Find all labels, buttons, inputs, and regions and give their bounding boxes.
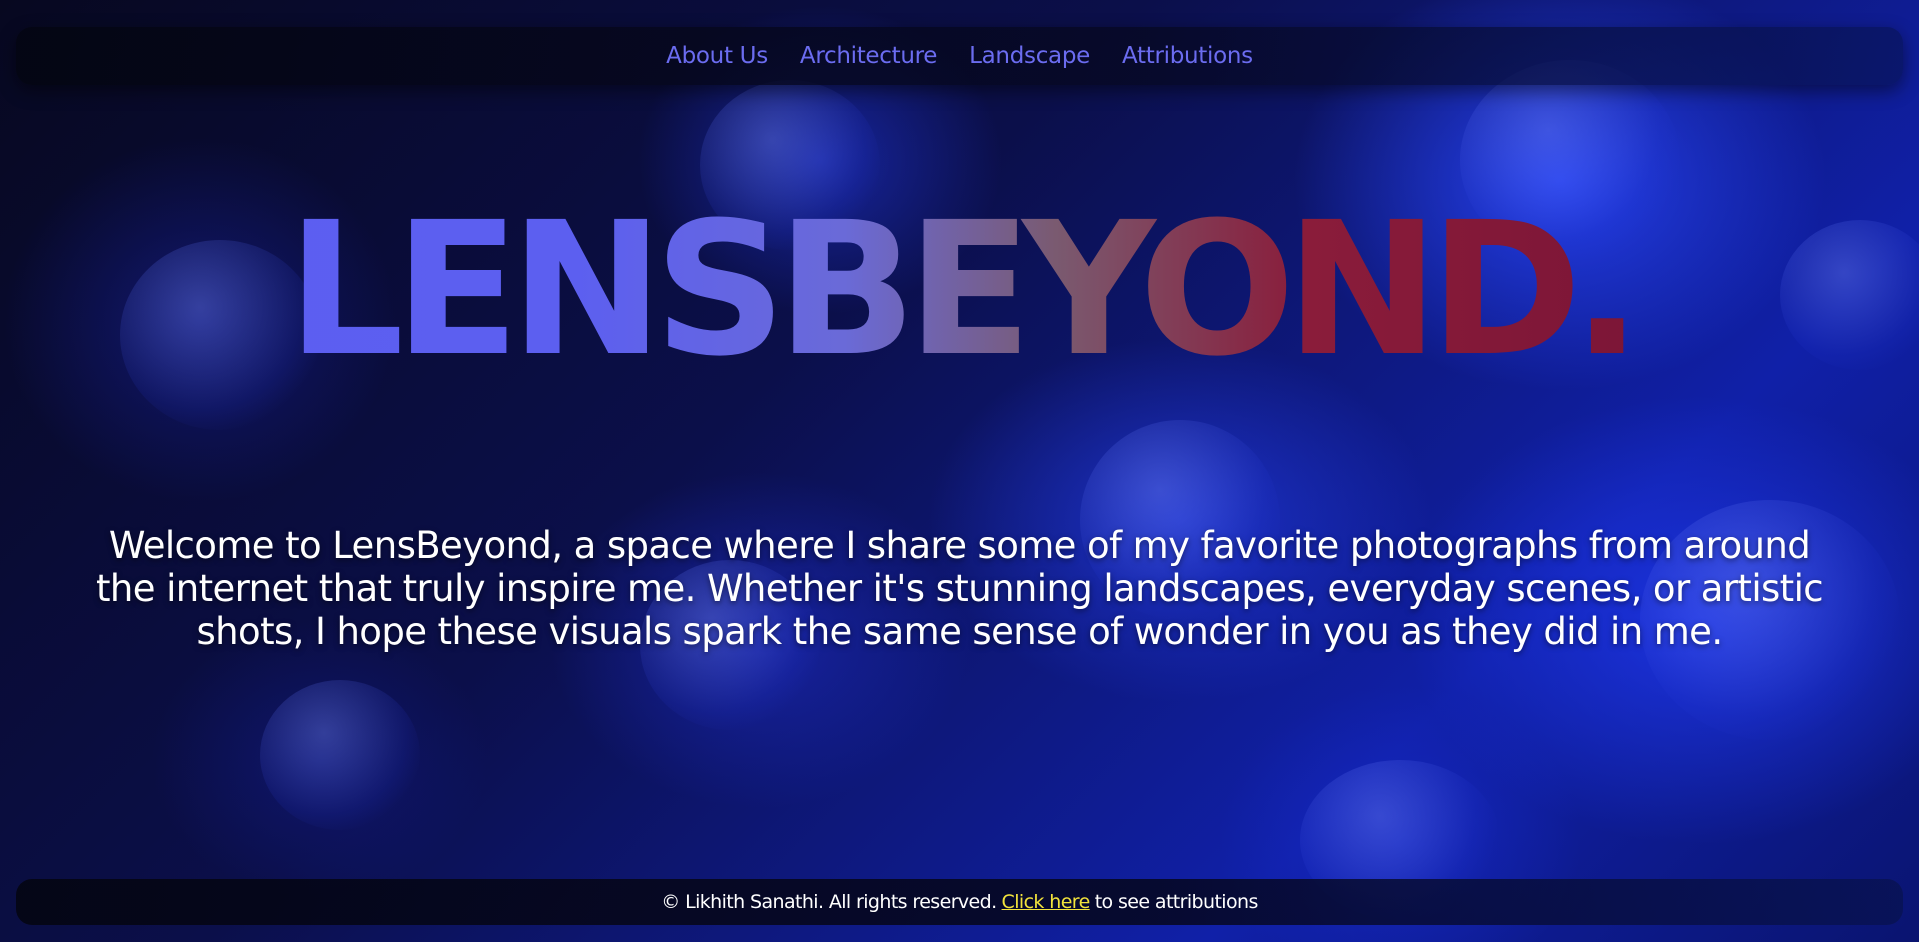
nav-link-architecture[interactable]: Architecture (800, 43, 938, 69)
nav-link-attributions[interactable]: Attributions (1122, 43, 1253, 69)
intro-paragraph: Welcome to LensBeyond, a space where I s… (95, 524, 1824, 653)
nav-link-about-us[interactable]: About Us (666, 43, 768, 69)
page-background: About Us Architecture Landscape Attribut… (0, 0, 1919, 942)
attributions-link[interactable]: Click here (1002, 891, 1091, 913)
jellyfish-shape (260, 680, 420, 830)
top-navbar: About Us Architecture Landscape Attribut… (16, 27, 1903, 85)
footer-bar: © Likhith Sanathi. All rights reserved. … (16, 879, 1903, 925)
hero-title: LENSBEYOND. (0, 198, 1919, 382)
nav-link-landscape[interactable]: Landscape (969, 43, 1090, 69)
footer-copyright: © Likhith Sanathi. All rights reserved. (661, 891, 997, 913)
footer-suffix: to see attributions (1094, 891, 1259, 913)
